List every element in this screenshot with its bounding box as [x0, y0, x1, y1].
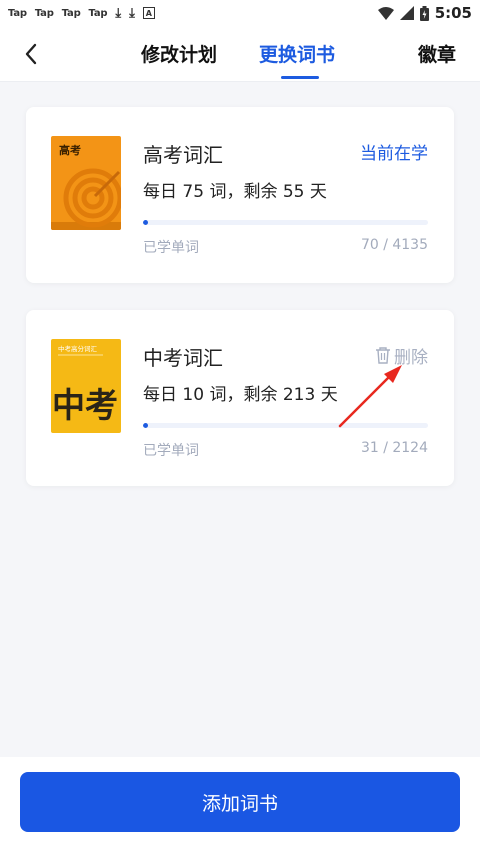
download-icon: ⤓	[115, 5, 122, 21]
signal-icon	[399, 6, 414, 20]
daily-plan: 每日 10 词，剩余 213 天	[143, 385, 338, 405]
progress-fill	[143, 220, 148, 225]
tap-notification-icon: Tap	[88, 7, 108, 19]
battery-icon	[419, 5, 429, 21]
tab-change-book[interactable]: 更换词书	[259, 40, 335, 67]
svg-text:中考高分词汇: 中考高分词汇	[58, 344, 98, 353]
svg-text:中考: 中考	[52, 386, 118, 426]
tap-notification-icon: Tap	[34, 7, 54, 19]
tab-badges[interactable]: 徽章	[418, 40, 456, 67]
learned-words-label: 已学单词	[143, 443, 199, 459]
learned-words-count: 70 / 4135	[360, 237, 428, 253]
learned-words-count: 31 / 2124	[360, 440, 428, 456]
top-navigation: 修改计划 更换词书 徽章	[0, 26, 480, 82]
status-bar: Tap Tap Tap Tap ⤓ ⤓ A 5:05	[0, 0, 480, 26]
active-tab-indicator	[281, 76, 319, 79]
wifi-icon	[377, 6, 394, 20]
back-button[interactable]	[24, 39, 48, 69]
book-cover-art: 中考高分词汇 中考	[51, 339, 121, 433]
download-icon: ⤓	[129, 5, 135, 21]
book-title: 高考词汇	[143, 143, 223, 167]
book-card[interactable]: 高考 高考词汇 每日 75 词，剩余 55 天 当前在学 已学单词 70 / 4…	[26, 107, 454, 283]
book-cover: 高考	[51, 136, 121, 230]
daily-plan: 每日 75 词，剩余 55 天	[143, 182, 327, 202]
chevron-left-icon	[25, 43, 37, 65]
progress-bar	[143, 220, 428, 225]
tab-edit-plan[interactable]: 修改计划	[141, 40, 217, 67]
add-book-button[interactable]: 添加词书	[20, 772, 460, 832]
system-status: 5:05	[377, 4, 472, 22]
a-icon: A	[142, 7, 155, 19]
svg-text:高考: 高考	[59, 143, 81, 157]
clock: 5:05	[434, 4, 472, 22]
current-learning-badge: 当前在学	[360, 144, 428, 164]
book-cover: 中考高分词汇 中考	[51, 339, 121, 433]
tap-notification-icon: Tap	[8, 7, 27, 19]
red-arrow-annotation	[338, 365, 402, 428]
book-cover-art: 高考	[51, 136, 121, 230]
book-title: 中考词汇	[143, 346, 223, 370]
notification-icons: Tap Tap Tap Tap ⤓ ⤓ A	[8, 7, 155, 20]
progress-fill	[143, 423, 148, 428]
learned-words-label: 已学单词	[143, 240, 199, 256]
tap-notification-icon: Tap	[61, 7, 81, 19]
